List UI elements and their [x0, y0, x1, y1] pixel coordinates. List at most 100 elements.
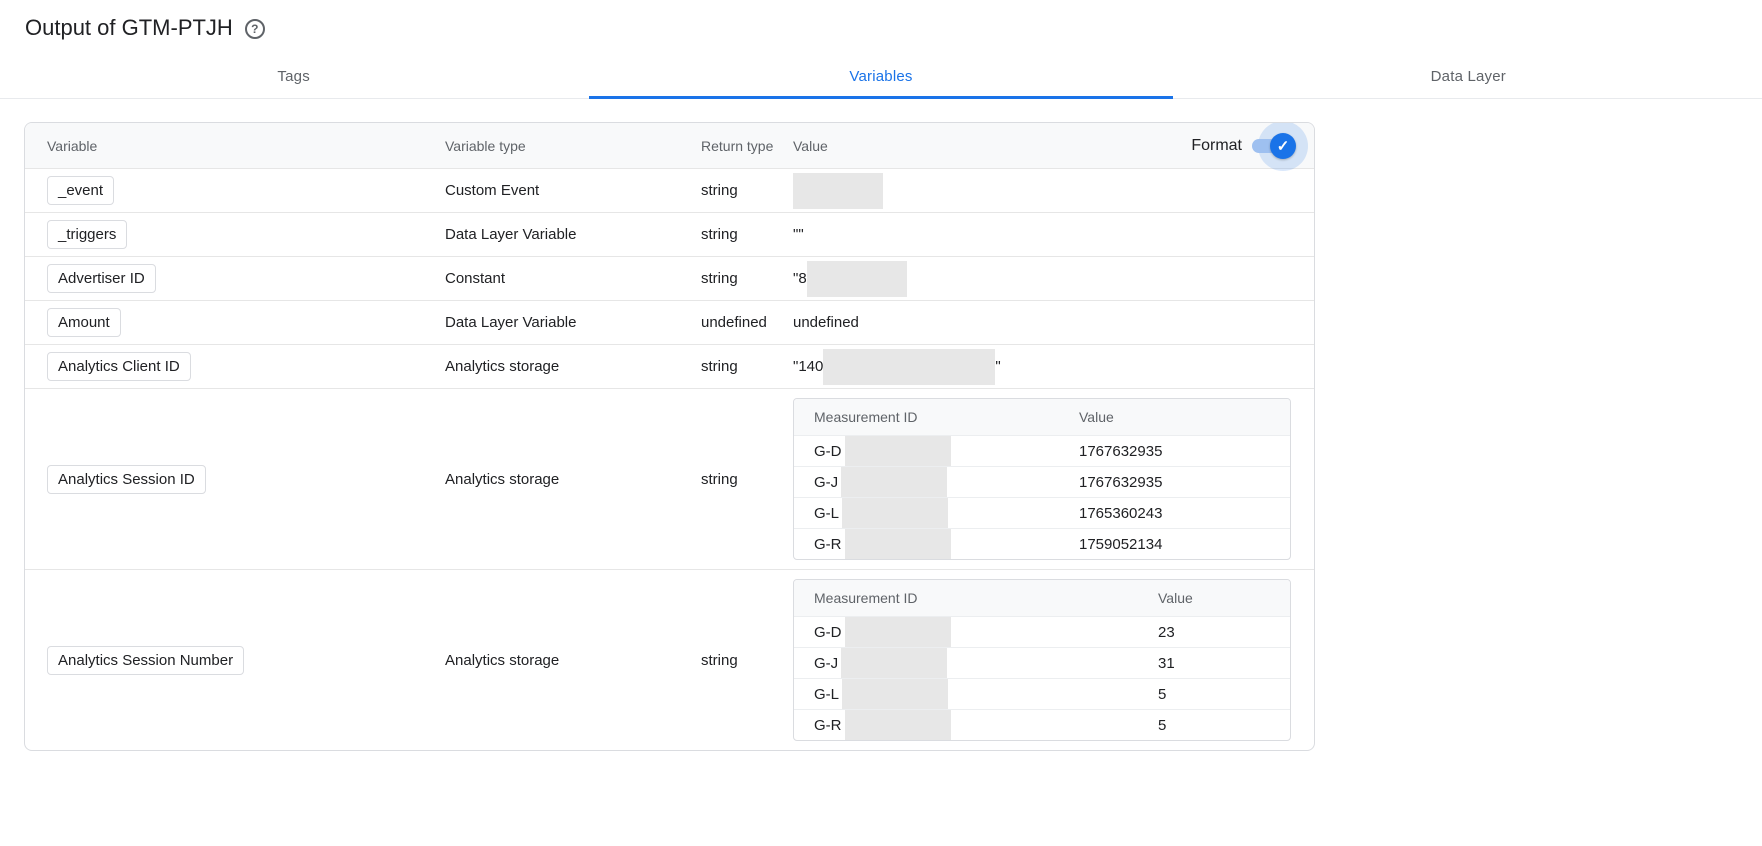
return-type-cell: string [701, 470, 738, 488]
variable-type-cell: Analytics storage [445, 651, 560, 669]
subtable-row: G-R 5 [794, 709, 1290, 740]
tab-data-layer[interactable]: Data Layer [1175, 55, 1762, 98]
subtable-col-measurement-id: Measurement ID [814, 409, 918, 425]
value-text: "140 [793, 358, 824, 375]
subtable-col-value: Value [1079, 409, 1114, 425]
variable-type-cell: Data Layer Variable [445, 226, 577, 243]
return-type-cell: string [701, 651, 738, 669]
help-glyph: ? [251, 21, 259, 36]
redacted-value [793, 172, 883, 209]
subtable-row: G-D 23 [794, 616, 1290, 647]
value-cell: "8 [793, 260, 1314, 297]
variable-name-chip[interactable]: Analytics Session Number [47, 645, 245, 675]
return-type-cell: string [701, 358, 738, 375]
measurement-value-cell: 5 [1158, 685, 1167, 703]
redacted-measurement-id [842, 498, 949, 528]
subtable-header: Measurement ID Value [794, 399, 1290, 435]
variable-type-cell: Analytics storage [445, 470, 560, 488]
value-cell: "140 " [793, 348, 1314, 385]
measurement-id-cell: G-J [794, 467, 1079, 497]
variable-row: _event Custom Event string [25, 168, 1314, 212]
measurement-id-cell: G-L [794, 498, 1079, 528]
measurement-value-cell: 5 [1158, 716, 1167, 734]
variables-table: Variable Variable type Return type Value… [24, 122, 1315, 751]
variable-type-cell: Constant [445, 270, 506, 287]
value-text: "" [793, 226, 804, 243]
variable-name-chip[interactable]: _triggers [47, 220, 128, 249]
variable-name-chip[interactable]: Analytics Client ID [47, 352, 191, 381]
measurement-id-cell: G-D [794, 436, 1079, 466]
variable-row: _triggers Data Layer Variable string "" [25, 212, 1314, 256]
measurement-id-prefix: G-L [814, 504, 840, 522]
variable-name-chip[interactable]: Analytics Session ID [47, 464, 206, 494]
check-icon: ✓ [1276, 137, 1290, 155]
value-cell [793, 172, 1314, 209]
variables-table-header: Variable Variable type Return type Value… [25, 123, 1314, 171]
measurement-subtable: Measurement ID Value G-D 1767632935 G-J 17676… [793, 398, 1291, 560]
subtable-row: G-D 1767632935 [794, 435, 1290, 466]
redacted-measurement-id [844, 436, 951, 466]
subtable-row: G-J 1767632935 [794, 466, 1290, 497]
help-icon[interactable]: ? [244, 18, 265, 39]
value-text: "8 [793, 270, 807, 287]
page-header: Output of GTM-PTJH ? [0, 0, 1762, 55]
variable-row: Advertiser ID Constant string "8 [25, 256, 1314, 300]
redacted-value [823, 348, 996, 385]
tab-variables[interactable]: Variables [587, 55, 1174, 99]
variable-row: Amount Data Layer Variable undefined undefi… [25, 300, 1314, 344]
toggle-thumb: ✓ [1270, 132, 1296, 159]
variable-name-chip[interactable]: _event [47, 176, 115, 205]
return-type-cell: string [701, 226, 738, 243]
subtable-col-value: Value [1158, 590, 1193, 606]
col-header-variable-type: Variable type [445, 137, 526, 154]
variable-row: Analytics Client ID Analytics storage stri… [25, 344, 1314, 388]
variable-row: Analytics Session Number Analytics storag… [25, 569, 1314, 750]
variable-cell: _event [25, 176, 445, 205]
measurement-id-prefix: G-D [814, 442, 842, 460]
redacted-measurement-id [841, 648, 948, 678]
measurement-id-cell: G-R [794, 710, 1158, 740]
subtable-row: G-R 1759052134 [794, 528, 1290, 559]
redacted-measurement-id [844, 529, 951, 559]
measurement-value-cell: 23 [1158, 623, 1175, 641]
col-header-value-wrap: Value Format ✓ [793, 123, 1314, 171]
page-title: Output of GTM-PTJH [25, 14, 233, 40]
measurement-id-cell: G-J [794, 648, 1158, 678]
value-cell: Measurement ID Value G-D 1767632935 G-J 17676… [793, 389, 1314, 569]
tab-tags[interactable]: Tags [0, 55, 587, 98]
redacted-measurement-id [844, 710, 951, 740]
measurement-id-prefix: G-R [814, 716, 842, 734]
subtable-row: G-J 31 [794, 647, 1290, 678]
variable-cell: Analytics Session ID [25, 464, 445, 494]
measurement-id-prefix: G-L [814, 685, 840, 703]
value-cell: undefined [793, 314, 1314, 331]
value-cell: "" [793, 226, 1314, 243]
format-toggle[interactable]: ✓ [1246, 123, 1308, 171]
variable-cell: Amount [25, 308, 445, 337]
subtable-header: Measurement ID Value [794, 580, 1290, 616]
variables-table-body: _event Custom Event string _triggers Data La… [25, 168, 1314, 750]
variable-type-cell: Data Layer Variable [445, 314, 577, 331]
variable-name-chip[interactable]: Advertiser ID [47, 264, 156, 293]
redacted-value [806, 260, 907, 297]
variable-cell: _triggers [25, 220, 445, 249]
variable-type-cell: Analytics storage [445, 358, 560, 375]
return-type-cell: string [701, 182, 738, 199]
subtable-row: G-L 1765360243 [794, 497, 1290, 528]
measurement-value-cell: 31 [1158, 654, 1175, 672]
subtable-col-measurement-id: Measurement ID [814, 590, 918, 606]
variable-name-chip[interactable]: Amount [47, 308, 121, 337]
variable-type-cell: Custom Event [445, 182, 540, 199]
variable-cell: Advertiser ID [25, 264, 445, 293]
measurement-id-prefix: G-D [814, 623, 842, 641]
redacted-measurement-id [841, 467, 948, 497]
redacted-measurement-id [844, 617, 951, 647]
col-header-value: Value [793, 137, 828, 154]
col-header-return-type: Return type [701, 137, 774, 154]
col-header-variable: Variable [47, 137, 98, 154]
format-control: Format ✓ [1191, 123, 1308, 171]
measurement-id-cell: G-D [794, 617, 1158, 647]
measurement-value-cell: 1767632935 [1079, 442, 1163, 460]
subtable-row: G-L 5 [794, 678, 1290, 709]
measurement-id-cell: G-R [794, 529, 1079, 559]
